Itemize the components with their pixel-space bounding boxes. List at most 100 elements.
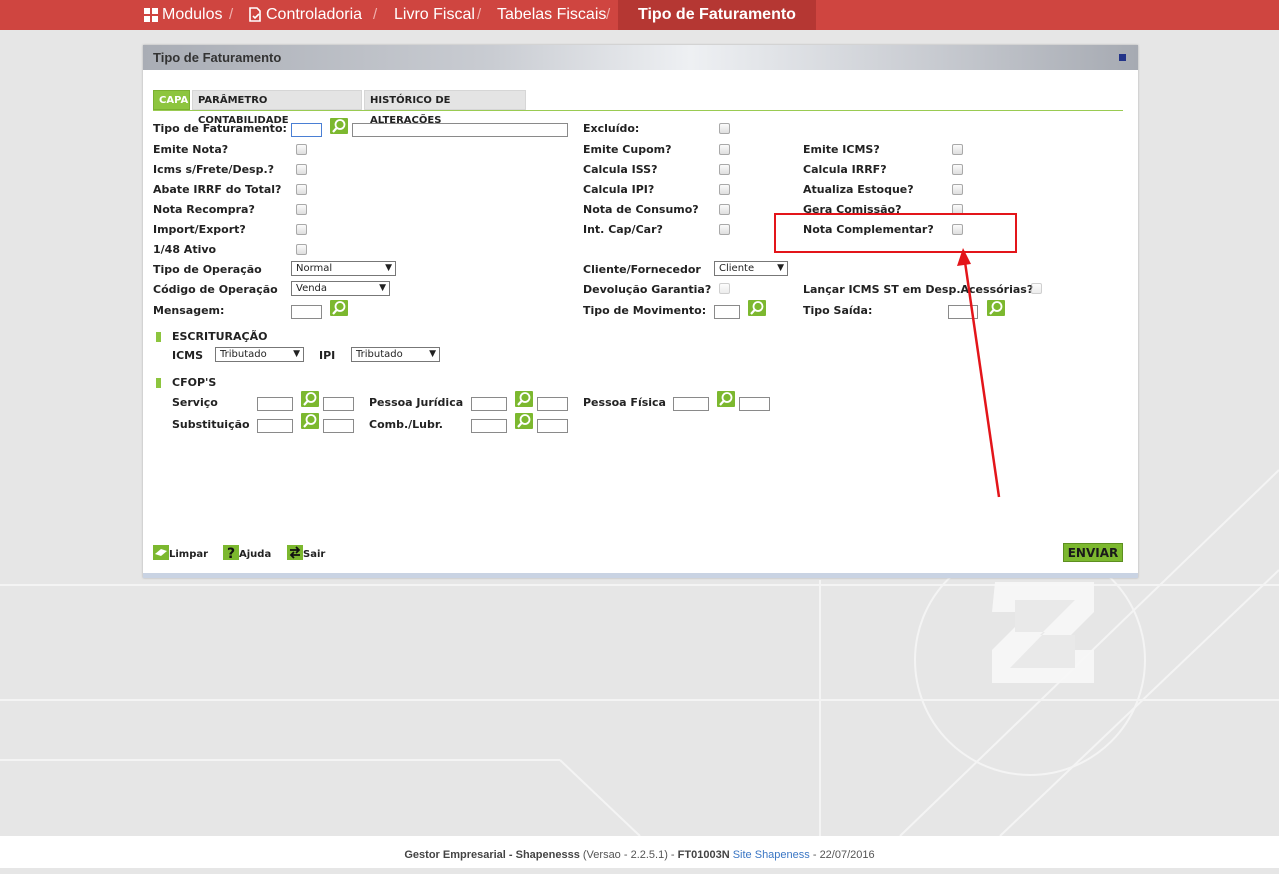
cfop-pessoa-juridica-input[interactable] [471,397,507,411]
tab-capa[interactable]: CAPA [153,90,190,110]
search-tipo-saida-button[interactable] [987,300,1005,316]
excluido-checkbox[interactable] [719,123,730,134]
calcula-irrf-checkbox[interactable] [952,164,963,175]
label-nota-consumo: Nota de Consumo? [583,203,699,216]
label-tipo-saida: Tipo Saída: [803,304,873,317]
enviar-button[interactable]: ENVIAR [1063,543,1123,562]
label-cliente-fornecedor: Cliente/Fornecedor [583,263,701,276]
abate-irrf-checkbox[interactable] [296,184,307,195]
ajuda-label: Ajuda [239,549,272,560]
footer-version: (Versao - 2.2.5.1) - [582,849,675,861]
tipo-saida-input[interactable] [948,305,978,319]
escrituracao-icms-select[interactable]: Tributado ▼ [215,347,304,362]
breadcrumb-separator: / [229,6,234,23]
search-cfop-comb-lubr-button[interactable] [515,413,533,429]
emite-nota-checkbox[interactable] [296,144,307,155]
limpar-button[interactable]: Limpar [153,545,208,560]
magnifier-icon [303,392,317,406]
breadcrumb-tabelas-fiscais[interactable]: Tabelas Fiscais [497,0,606,30]
cfop-servico-input[interactable] [257,397,293,411]
codigo-operacao-select[interactable]: Venda ▼ [291,281,390,296]
sair-button[interactable]: Sair [287,545,325,560]
cfop-pessoa-fisica-input[interactable] [673,397,709,411]
breadcrumb-separator: / [477,6,482,23]
label-1-48-ativo: 1/48 Ativo [153,243,217,256]
search-cfop-substituicao-button[interactable] [301,413,319,429]
int-cap-car-checkbox[interactable] [719,224,730,235]
calcula-iss-checkbox[interactable] [719,164,730,175]
label-mensagem: Mensagem: [153,304,225,317]
tab-parametro-contabilidade[interactable]: PARÂMETRO CONTABILIDADE [192,90,362,126]
nota-consumo-checkbox[interactable] [719,204,730,215]
calcula-ipi-checkbox[interactable] [719,184,730,195]
section-marker [156,332,161,342]
emite-icms-checkbox[interactable] [952,144,963,155]
tab-historico-alteracoes[interactable]: HISTÓRICO DE ALTERAÇÕES [364,90,526,126]
svg-text:?: ? [227,546,235,560]
cfop-substituicao-input[interactable] [257,419,293,433]
label-emite-cupom: Emite Cupom? [583,143,672,156]
magnifier-icon [989,301,1003,315]
dropdown-arrow-icon: ▼ [429,349,436,359]
label-icms-frete: Icms s/Frete/Desp.? [153,163,275,176]
cfop-pessoa-fisica-desc-input[interactable] [739,397,770,411]
mensagem-input[interactable] [291,305,322,319]
sair-label: Sair [303,549,326,560]
cfop-pessoa-juridica-desc-input[interactable] [537,397,568,411]
panel-footer-strip [143,573,1138,578]
select-value: Tributado [356,349,403,360]
label-tipo-movimento: Tipo de Movimento: [583,304,707,317]
cfop-comb-lubr-input[interactable] [471,419,507,433]
footer-site-link[interactable]: Site Shapeness [733,849,810,861]
dropdown-arrow-icon: ▼ [777,263,784,273]
label-excluido: Excluído: [583,122,640,135]
label-atualiza-estoque: Atualiza Estoque? [803,183,914,196]
import-export-checkbox[interactable] [296,224,307,235]
breadcrumb-separator: / [373,6,378,23]
lancar-icms-st-checkbox[interactable] [1031,283,1042,294]
search-tipo-movimento-button[interactable] [748,300,766,316]
tipo-movimento-input[interactable] [714,305,740,319]
label-abate-irrf: Abate IRRF do Total? [153,183,282,196]
exit-arrow-icon [287,545,303,560]
search-cfop-pessoa-fisica-button[interactable] [717,391,735,407]
breadcrumb-separator: / [606,6,611,23]
label-comb-lubr: Comb./Lubr. [369,418,443,431]
label-emite-nota: Emite Nota? [153,143,229,156]
section-cfops-title: CFOP'S [172,376,217,389]
footer-code: FT01003N [677,849,730,861]
label-int-cap-car: Int. Cap/Car? [583,223,663,236]
eraser-icon [153,545,169,560]
search-cfop-pessoa-juridica-button[interactable] [515,391,533,407]
emite-cupom-checkbox[interactable] [719,144,730,155]
devolucao-garantia-checkbox[interactable] [719,283,730,294]
label-tipo-operacao: Tipo de Operação [153,263,262,276]
cfop-comb-lubr-desc-input[interactable] [537,419,568,433]
question-icon: ? [223,545,239,562]
cliente-fornecedor-select[interactable]: Cliente ▼ [714,261,788,276]
tipo-faturamento-code-input[interactable] [291,123,322,137]
cfop-substituicao-desc-input[interactable] [323,419,354,433]
breadcrumb-controladoria[interactable]: Controladoria [249,0,362,30]
icms-frete-checkbox[interactable] [296,164,307,175]
magnifier-icon [303,414,317,428]
escrituracao-ipi-select[interactable]: Tributado ▼ [351,347,440,362]
tipo-faturamento-description-input[interactable] [352,123,568,137]
minimize-icon[interactable] [1119,54,1126,61]
label-import-export: Import/Export? [153,223,246,236]
tipo-operacao-select[interactable]: Normal ▼ [291,261,396,276]
nota-recompra-checkbox[interactable] [296,204,307,215]
search-mensagem-button[interactable] [330,300,348,316]
search-cfop-servico-button[interactable] [301,391,319,407]
tab-underline [153,110,1123,111]
breadcrumb-modulos[interactable]: Modulos [144,0,222,30]
ativo-148-checkbox[interactable] [296,244,307,255]
breadcrumb-livro-fiscal[interactable]: Livro Fiscal [394,0,475,30]
search-tipo-faturamento-button[interactable] [330,118,348,134]
ajuda-button[interactable]: ? Ajuda [223,545,272,562]
atualiza-estoque-checkbox[interactable] [952,184,963,195]
label-codigo-operacao: Código de Operação [153,283,278,296]
tipo-faturamento-panel: Tipo de Faturamento CAPA PARÂMETRO CONTA… [143,45,1138,578]
label-servico: Serviço [172,396,218,409]
cfop-servico-desc-input[interactable] [323,397,354,411]
